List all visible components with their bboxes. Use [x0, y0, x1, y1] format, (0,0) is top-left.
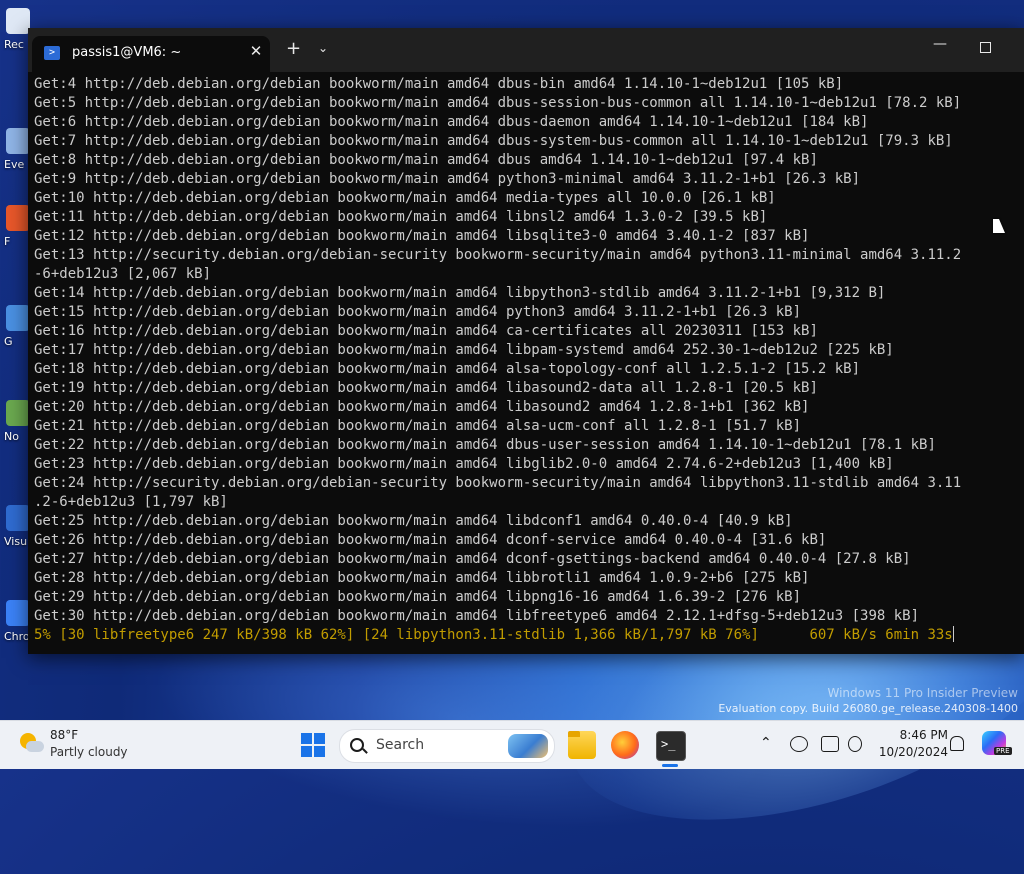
text-cursor	[952, 626, 954, 642]
windows-watermark: Windows 11 Pro Insider Preview Evaluatio…	[718, 685, 1018, 717]
terminal-line: Get:21 http://deb.debian.org/debian book…	[34, 418, 802, 434]
weather-description[interactable]: Partly cloudy	[50, 745, 128, 759]
terminal-line: Get:16 http://deb.debian.org/debian book…	[34, 323, 818, 339]
terminal-line: Get:6 http://deb.debian.org/debian bookw…	[34, 114, 869, 130]
title-bar[interactable]: > passis1@VM6: ~ ✕ + ⌄ —	[28, 28, 1024, 72]
mouse-pointer-icon	[993, 219, 1005, 233]
display-icon[interactable]	[821, 736, 839, 752]
clock-time[interactable]: 8:46 PM	[884, 728, 948, 742]
tab-terminal[interactable]: > passis1@VM6: ~ ✕	[32, 36, 270, 72]
terminal-line: Get:18 http://deb.debian.org/debian book…	[34, 361, 861, 377]
new-tab-icon[interactable]: +	[286, 40, 301, 58]
tab-title: passis1@VM6: ~	[72, 45, 182, 60]
progress-line: 5% [30 libfreetype6 247 kB/398 kB 62%] […	[34, 626, 1024, 645]
terminal-lines: Get:4 http://deb.debian.org/debian bookw…	[34, 75, 1024, 626]
terminal-line: Get:29 http://deb.debian.org/debian book…	[34, 589, 802, 605]
terminal-line: Get:27 http://deb.debian.org/debian book…	[34, 551, 911, 567]
maximize-icon[interactable]	[980, 42, 991, 53]
terminal-line: Get:4 http://deb.debian.org/debian bookw…	[34, 76, 844, 92]
terminal-line: Get:7 http://deb.debian.org/debian bookw…	[34, 133, 953, 149]
network-icon[interactable]	[790, 736, 808, 752]
desktop-shortcut-label[interactable]: F	[4, 235, 10, 248]
progress-text: 5% [30 libfreetype6 247 kB/398 kB 62%] […	[34, 627, 953, 643]
terminal-line: Get:13 http://security.debian.org/debian…	[34, 247, 962, 263]
start-button[interactable]	[301, 733, 325, 757]
active-app-indicator	[662, 764, 678, 767]
search-input[interactable]: Search	[339, 729, 555, 763]
taskbar: 88°F Partly cloudy Search ⌃ 8:46 PM 10/2…	[0, 720, 1024, 769]
search-placeholder: Search	[376, 737, 425, 753]
search-icon	[350, 738, 364, 752]
terminal-line: -6+deb12u3 [2,067 kB]	[34, 266, 212, 282]
desktop-shortcut-label[interactable]: G	[4, 335, 13, 348]
sound-muted-icon[interactable]	[848, 736, 862, 752]
terminal-line: Get:17 http://deb.debian.org/debian book…	[34, 342, 894, 358]
close-tab-icon[interactable]: ✕	[246, 42, 266, 60]
desktop-shortcut-label[interactable]: Eve	[4, 158, 24, 171]
pre-badge: PRE	[994, 747, 1012, 755]
desktop-shortcut-icon[interactable]	[6, 400, 30, 426]
terminal-icon[interactable]	[656, 731, 686, 761]
terminal-line: Get:28 http://deb.debian.org/debian book…	[34, 570, 810, 586]
terminal-line: Get:20 http://deb.debian.org/debian book…	[34, 399, 810, 415]
desktop-shortcut-label[interactable]: Rec	[4, 38, 24, 51]
terminal-line: Get:14 http://deb.debian.org/debian book…	[34, 285, 886, 301]
terminal-line: Get:10 http://deb.debian.org/debian book…	[34, 190, 776, 206]
terminal-output[interactable]: Get:4 http://deb.debian.org/debian bookw…	[34, 75, 1024, 654]
desktop-shortcut-icon[interactable]	[6, 305, 30, 331]
terminal-line: Get:12 http://deb.debian.org/debian book…	[34, 228, 810, 244]
terminal-line: Get:19 http://deb.debian.org/debian book…	[34, 380, 818, 396]
powershell-icon: >	[44, 46, 60, 60]
terminal-line: Get:30 http://deb.debian.org/debian book…	[34, 608, 920, 624]
terminal-line: .2-6+deb12u3 [1,797 kB]	[34, 494, 228, 510]
notification-bell-icon[interactable]	[950, 736, 964, 751]
desktop-shortcut-icon[interactable]	[6, 8, 30, 34]
minimize-icon[interactable]: —	[928, 36, 952, 52]
watermark-edition: Windows 11 Pro Insider Preview	[827, 686, 1018, 700]
search-highlight-image	[508, 734, 548, 758]
terminal-line: Get:8 http://deb.debian.org/debian bookw…	[34, 152, 818, 168]
file-explorer-icon[interactable]	[568, 731, 596, 759]
terminal-line: Get:9 http://deb.debian.org/debian bookw…	[34, 171, 861, 187]
partly-cloudy-icon[interactable]	[18, 731, 44, 757]
clock-date[interactable]: 10/20/2024	[872, 745, 948, 759]
chevron-down-icon[interactable]: ⌄	[318, 41, 328, 55]
terminal-line: Get:25 http://deb.debian.org/debian book…	[34, 513, 793, 529]
firefox-icon[interactable]	[611, 731, 639, 759]
desktop-shortcut-icon[interactable]	[6, 505, 30, 531]
terminal-line: Get:11 http://deb.debian.org/debian book…	[34, 209, 768, 225]
desktop-shortcut-icon[interactable]	[6, 128, 30, 154]
terminal-line: Get:26 http://deb.debian.org/debian book…	[34, 532, 827, 548]
desktop-shortcut-label[interactable]: Visu	[4, 535, 27, 548]
desktop-shortcut-icon[interactable]	[6, 205, 30, 231]
desktop-shortcut-label[interactable]: No	[4, 430, 19, 443]
terminal-window[interactable]: > passis1@VM6: ~ ✕ + ⌄ — Get:4 http://de…	[28, 28, 1024, 654]
terminal-line: Get:15 http://deb.debian.org/debian book…	[34, 304, 802, 320]
terminal-line: Get:23 http://deb.debian.org/debian book…	[34, 456, 894, 472]
chevron-up-icon[interactable]: ⌃	[760, 735, 772, 751]
terminal-line: Get:5 http://deb.debian.org/debian bookw…	[34, 95, 962, 111]
watermark-build: Evaluation copy. Build 26080.ge_release.…	[718, 702, 1018, 715]
terminal-line: Get:24 http://security.debian.org/debian…	[34, 475, 962, 491]
weather-temperature[interactable]: 88°F	[50, 728, 78, 742]
terminal-line: Get:22 http://deb.debian.org/debian book…	[34, 437, 936, 453]
desktop-shortcut-icon[interactable]	[6, 600, 30, 626]
